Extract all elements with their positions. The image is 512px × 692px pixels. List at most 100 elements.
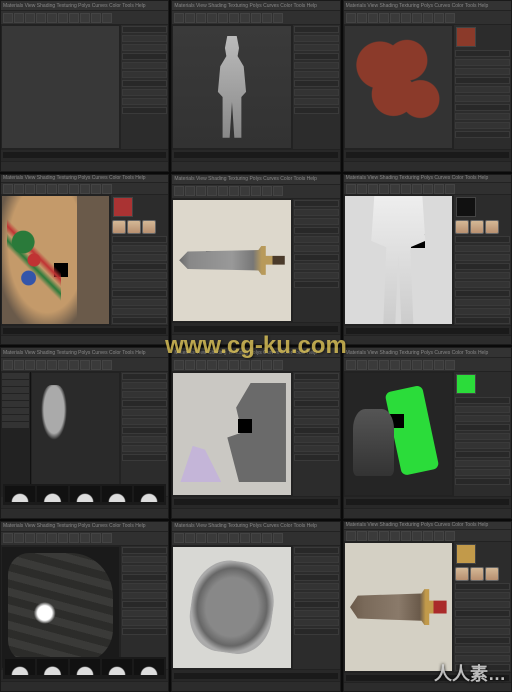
tool-button[interactable] [434,184,444,194]
tool-button[interactable] [3,184,13,194]
property-row[interactable] [455,592,510,599]
property-row[interactable] [122,610,167,617]
tool-button[interactable] [401,531,411,541]
menubar[interactable]: Materials View Shading Texturing Polys C… [344,522,511,531]
property-row[interactable] [122,436,167,443]
tool-button[interactable] [229,13,239,23]
property-row[interactable] [455,628,510,635]
menubar[interactable]: Materials View Shading Texturing Polys C… [172,522,339,532]
property-row[interactable] [294,236,339,243]
property-row[interactable] [294,427,339,434]
viewport-3d[interactable] [1,25,120,149]
property-row[interactable] [294,281,339,288]
tool-button[interactable] [14,533,24,543]
property-row[interactable] [455,86,510,93]
tool-button[interactable] [69,13,79,23]
tool-button[interactable] [434,13,444,23]
tool-button[interactable] [412,13,422,23]
tool-button[interactable] [401,360,411,370]
property-row[interactable] [122,547,167,554]
property-row[interactable] [122,601,167,608]
tool-button[interactable] [251,360,261,370]
property-row[interactable] [122,574,167,581]
property-row[interactable] [294,254,339,261]
tool-button[interactable] [390,184,400,194]
tool-button[interactable] [346,531,356,541]
properties-panel[interactable] [120,372,168,496]
properties-panel[interactable] [120,25,168,149]
property-row[interactable] [455,308,510,315]
tool-button[interactable] [196,186,206,196]
texture-thumb[interactable] [485,220,499,234]
tool-button[interactable] [390,360,400,370]
tool-button[interactable] [262,360,272,370]
tool-button[interactable] [185,360,195,370]
tool-button[interactable] [207,13,217,23]
tool-button[interactable] [36,360,46,370]
tool-button[interactable] [80,184,90,194]
tool-button[interactable] [262,186,272,196]
menubar[interactable]: Materials View Shading Texturing Polys C… [1,522,168,532]
tool-button[interactable] [379,184,389,194]
tool-button[interactable] [58,184,68,194]
properties-panel[interactable] [110,195,168,325]
property-row[interactable] [455,50,510,57]
property-row[interactable] [294,62,339,69]
property-row[interactable] [112,272,167,279]
property-row[interactable] [294,107,339,114]
property-row[interactable] [455,433,510,440]
property-row[interactable] [112,308,167,315]
properties-panel[interactable] [453,542,511,672]
property-row[interactable] [294,382,339,389]
texture-thumb[interactable] [455,220,469,234]
tool-button[interactable] [58,13,68,23]
property-row[interactable] [122,400,167,407]
tool-button[interactable] [14,360,24,370]
tool-button[interactable] [102,533,112,543]
tool-button[interactable] [3,360,13,370]
property-row[interactable] [455,59,510,66]
property-row[interactable] [122,98,167,105]
property-row[interactable] [294,628,339,635]
property-row[interactable] [294,272,339,279]
viewport-3d[interactable] [344,195,453,325]
tool-button[interactable] [36,13,46,23]
toolbar[interactable] [1,358,168,372]
tool-button[interactable] [102,360,112,370]
property-row[interactable] [455,637,510,644]
tool-button[interactable] [69,360,79,370]
property-row[interactable] [455,68,510,75]
property-row[interactable] [294,592,339,599]
tool-button[interactable] [229,533,239,543]
property-row[interactable] [112,245,167,252]
tool-button[interactable] [390,531,400,541]
property-row[interactable] [455,442,510,449]
tool-button[interactable] [218,533,228,543]
menubar[interactable]: Materials View Shading Texturing Polys C… [344,175,511,184]
tool-button[interactable] [47,184,57,194]
brush-curves[interactable] [3,484,166,504]
tool-button[interactable] [58,533,68,543]
properties-panel[interactable] [453,195,511,325]
tool-button[interactable] [3,13,13,23]
properties-panel[interactable] [292,372,340,496]
toolbar[interactable] [344,358,511,372]
tool-button[interactable] [357,531,367,541]
properties-panel[interactable] [292,199,340,323]
property-row[interactable] [112,254,167,261]
tool-button[interactable] [445,531,455,541]
tool-button[interactable] [445,13,455,23]
property-row[interactable] [294,574,339,581]
viewport-3d[interactable] [344,25,453,149]
property-row[interactable] [294,418,339,425]
properties-panel[interactable] [453,372,511,496]
tool-button[interactable] [401,13,411,23]
tool-button[interactable] [445,360,455,370]
tool-button[interactable] [390,13,400,23]
tool-button[interactable] [423,13,433,23]
toolbar[interactable] [172,11,339,25]
toolbar[interactable] [344,183,511,195]
tool-button[interactable] [379,531,389,541]
property-row[interactable] [294,565,339,572]
tool-button[interactable] [91,360,101,370]
